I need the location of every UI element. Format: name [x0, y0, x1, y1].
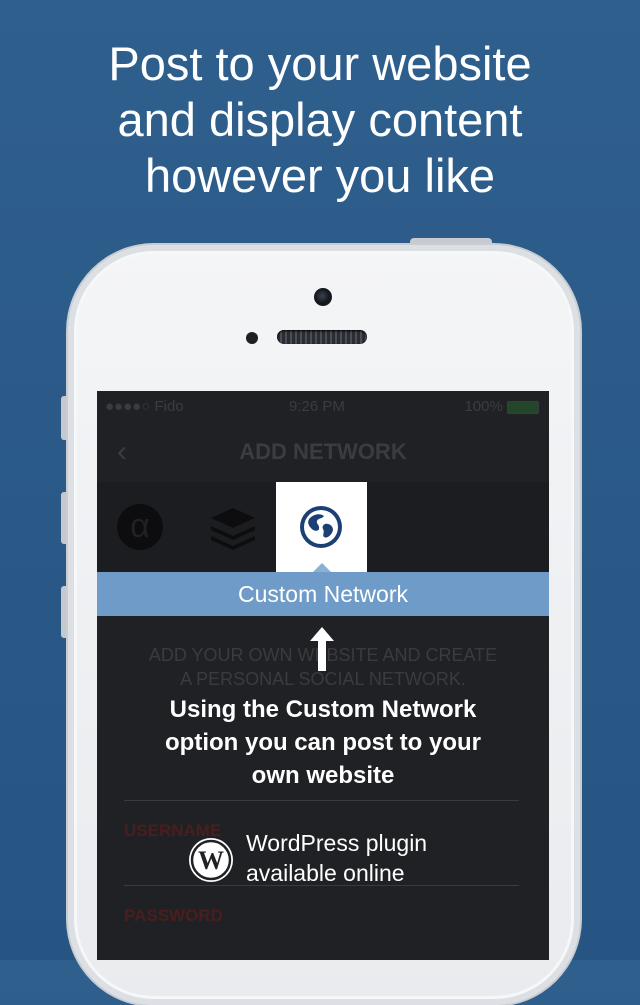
status-bar: ●●●●○ Fido 9:26 PM 100%	[97, 391, 549, 421]
battery-percent: 100%	[464, 398, 503, 415]
headline-line-2: and display content	[117, 93, 523, 146]
divider	[124, 800, 519, 801]
status-time: 9:26 PM	[289, 398, 345, 415]
wordpress-icon: W	[189, 838, 233, 882]
app-net-icon[interactable]: α	[117, 504, 163, 550]
phone-screen: ●●●●○ Fido 9:26 PM 100% ‹ ADD NETWORK α …	[97, 391, 549, 960]
buffer-layers-icon[interactable]	[207, 502, 259, 554]
carrier-label: ●●●●○ Fido	[105, 398, 184, 415]
front-camera-icon	[314, 288, 332, 306]
overlay-message: Using the Custom Network option you can …	[97, 693, 549, 792]
battery-label: 100%	[464, 398, 539, 415]
up-arrow-icon	[310, 627, 334, 671]
globe-icon	[300, 506, 342, 548]
navigation-bar: ‹ ADD NETWORK	[97, 421, 549, 481]
headline: Post to your website and display content…	[0, 36, 640, 204]
proximity-sensor-icon	[246, 332, 258, 344]
password-label: PASSWORD	[124, 906, 223, 925]
custom-network-banner: Custom Network	[97, 572, 549, 616]
headline-line-1: Post to your website	[108, 37, 532, 90]
earpiece-speaker-icon	[277, 330, 367, 344]
overlay-line-3: own website	[251, 762, 395, 789]
tab-pointer	[313, 563, 331, 572]
nav-title: ADD NETWORK	[239, 439, 407, 464]
headline-line-3: however you like	[144, 149, 496, 202]
plugin-line-2: available online	[246, 860, 405, 886]
battery-icon	[507, 400, 539, 414]
plugin-line-1: WordPress plugin	[246, 830, 428, 856]
wordpress-plugin-note: WordPress plugin available online	[246, 828, 427, 888]
tab-custom-network[interactable]	[276, 482, 367, 572]
overlay-line-1: Using the Custom Network	[169, 696, 477, 723]
overlay-line-2: option you can post to your	[165, 729, 481, 756]
svg-text:W: W	[198, 846, 224, 875]
